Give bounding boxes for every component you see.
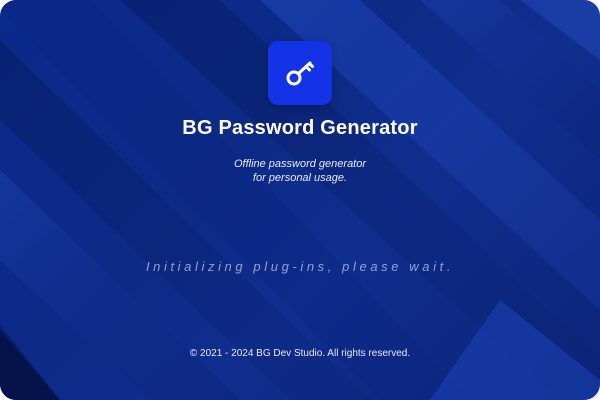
key-icon <box>286 61 314 86</box>
app-title: BG Password Generator <box>182 117 418 139</box>
splash-screen: BG Password Generator Offline password g… <box>0 0 600 400</box>
loading-status: Initializing plug-ins, please wait. <box>145 259 455 274</box>
app-tagline: Offline password generator for personal … <box>0 157 600 185</box>
app-logo <box>268 41 332 105</box>
tagline-line-1: Offline password generator <box>233 158 367 170</box>
tagline-line-2: for personal usage. <box>252 172 348 184</box>
copyright-notice: © 2021 - 2024 BG Dev Studio. All rights … <box>189 348 411 359</box>
